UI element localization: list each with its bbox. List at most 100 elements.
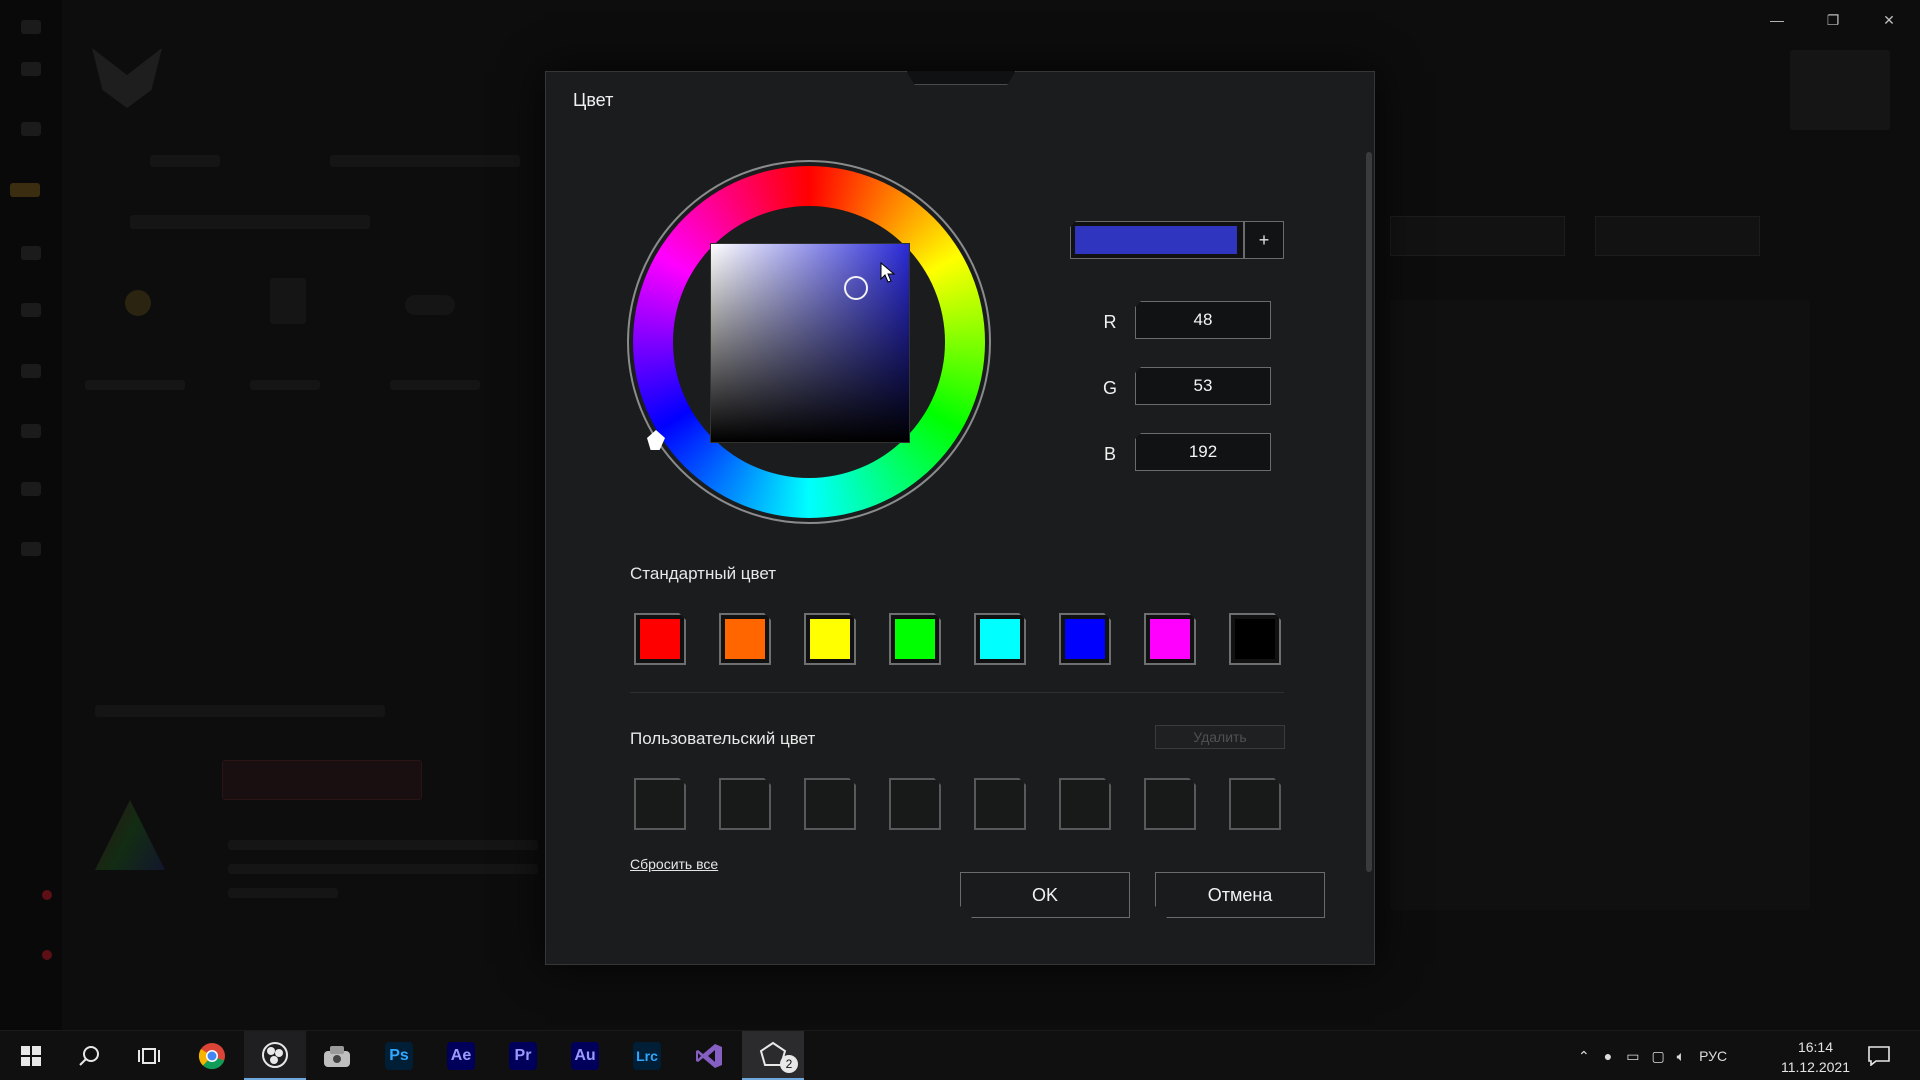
restore-button[interactable]: ❐ [1810, 6, 1856, 34]
taskbar-obs[interactable] [244, 1031, 306, 1080]
delete-custom-color-button[interactable]: Удалить [1155, 725, 1285, 749]
background-label [85, 380, 185, 390]
standard-color-swatch[interactable] [804, 613, 856, 665]
swatch-fill [1065, 619, 1105, 659]
photoshop-icon: Ps [385, 1042, 413, 1070]
background-sidebar [0, 0, 62, 1030]
background-dot [42, 890, 52, 900]
taskbar-chrome[interactable] [181, 1031, 243, 1080]
battery-icon[interactable]: ▭ [1626, 1048, 1639, 1065]
microphone-icon[interactable]: ● [1604, 1048, 1612, 1064]
taskbar-photoshop[interactable]: Ps [368, 1031, 430, 1080]
minimize-icon: — [1770, 12, 1784, 28]
custom-color-slot[interactable] [889, 778, 941, 830]
custom-color-slot[interactable] [1229, 778, 1281, 830]
color-wheel[interactable] [627, 160, 991, 524]
add-custom-color-button[interactable]: + [1244, 221, 1284, 259]
swatch-fill [1150, 619, 1190, 659]
ok-button[interactable]: OK [960, 872, 1130, 918]
background-sidebar-icon [21, 364, 41, 378]
background-text-line [228, 864, 538, 874]
custom-color-slot[interactable] [1059, 778, 1111, 830]
notifications-button[interactable] [1848, 1031, 1910, 1080]
taskbar-audition[interactable]: Au [554, 1031, 616, 1080]
cancel-button[interactable]: Отмена [1155, 872, 1325, 918]
reset-all-link[interactable]: Сбросить все [630, 856, 718, 872]
background-label [250, 380, 320, 390]
taskbar-search-button[interactable] [58, 1031, 120, 1080]
custom-color-slot[interactable] [719, 778, 771, 830]
swatch-fill [640, 619, 680, 659]
background-triangle-logo [95, 800, 165, 870]
red-input[interactable] [1135, 301, 1271, 339]
armoury-crate-icon [324, 1046, 350, 1067]
standard-color-swatch[interactable] [1059, 613, 1111, 665]
background-sidebar-icon [21, 542, 41, 556]
background-text-line [228, 888, 338, 898]
red-label: R [1103, 312, 1117, 332]
custom-color-slot[interactable] [804, 778, 856, 830]
standard-color-swatch[interactable] [1144, 613, 1196, 665]
mouse-pointer-icon [880, 262, 896, 283]
chevron-up-icon[interactable]: ⌃ [1578, 1048, 1590, 1065]
taskbar-visual-studio[interactable] [678, 1031, 740, 1080]
custom-color-slot[interactable] [974, 778, 1026, 830]
background-panel [1390, 300, 1810, 910]
color-preview-swatch [1075, 226, 1237, 254]
swatch-fill [810, 619, 850, 659]
volume-icon[interactable]: 🔈︎ [1677, 1048, 1685, 1065]
standard-color-label: Стандартный цвет [630, 564, 777, 583]
saturation-value-cursor[interactable] [844, 276, 868, 300]
system-tray: ⌃ ● ▭ ▢ 🔈︎ РУС [1578, 1031, 1727, 1080]
swatch-fill [1235, 619, 1275, 659]
search-icon [79, 1046, 99, 1066]
background-sidebar-icon-active [10, 183, 40, 197]
task-view-icon [138, 1048, 160, 1064]
close-icon: ✕ [1883, 11, 1895, 28]
standard-color-swatch[interactable] [1229, 613, 1281, 665]
windows-start-button[interactable] [0, 1031, 62, 1080]
background-sidebar-icon [21, 246, 41, 260]
custom-color-slot[interactable] [634, 778, 686, 830]
close-window-button[interactable]: ✕ [1866, 6, 1912, 34]
dialog-title: Цвет [573, 90, 614, 110]
background-heading [130, 215, 370, 229]
background-effect-icon [270, 278, 306, 324]
notification-icon [1868, 1046, 1890, 1066]
standard-color-swatch[interactable] [634, 613, 686, 665]
standard-color-swatch[interactable] [719, 613, 771, 665]
background-effect-icon [405, 295, 455, 315]
background-text-line [228, 840, 538, 850]
green-input[interactable] [1135, 367, 1271, 405]
taskbar-armoury[interactable] [306, 1031, 368, 1080]
minimize-button[interactable]: — [1754, 6, 1800, 34]
taskbar-clock[interactable]: 16:14 11.12.2021 [1781, 1037, 1850, 1077]
task-view-button[interactable] [118, 1031, 180, 1080]
background-tab [330, 155, 520, 167]
background-menu-icon [21, 20, 41, 34]
green-label: G [1102, 378, 1117, 398]
taskbar-after-effects[interactable]: Ae [430, 1031, 492, 1080]
audition-icon: Au [571, 1042, 599, 1070]
custom-color-slot[interactable] [1144, 778, 1196, 830]
network-icon[interactable]: ▢ [1651, 1048, 1664, 1065]
swatch-fill [725, 619, 765, 659]
blue-input[interactable] [1135, 433, 1271, 471]
blue-label: B [1103, 444, 1116, 464]
standard-color-swatch[interactable] [974, 613, 1026, 665]
color-preview [1070, 221, 1244, 259]
window-count-badge: 2 [780, 1055, 798, 1073]
language-indicator[interactable]: РУС [1699, 1048, 1727, 1064]
dialog-notch [906, 71, 1016, 85]
dialog-scrollbar[interactable] [1366, 152, 1372, 872]
taskbar-aura-creator[interactable]: 2 [742, 1031, 804, 1080]
taskbar-lightroom[interactable]: Lrc [616, 1031, 678, 1080]
background-button [222, 760, 422, 800]
premiere-icon: Pr [509, 1042, 537, 1070]
clock-date: 11.12.2021 [1780, 1059, 1850, 1075]
clock-time: 16:14 [1797, 1039, 1833, 1055]
background-sidebar-icon [21, 424, 41, 438]
taskbar-premiere[interactable]: Pr [492, 1031, 554, 1080]
background-sidebar-icon [21, 122, 41, 136]
standard-color-swatch[interactable] [889, 613, 941, 665]
